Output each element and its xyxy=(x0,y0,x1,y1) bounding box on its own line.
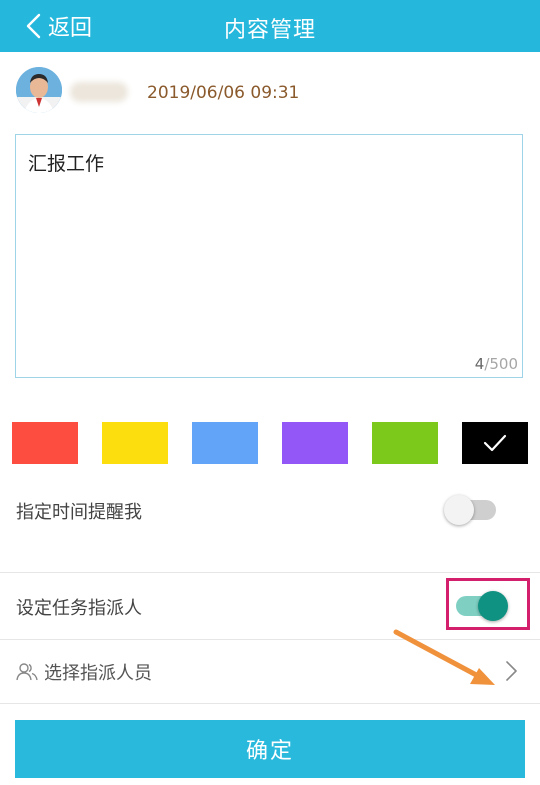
color-picker xyxy=(0,422,540,464)
avatar[interactable] xyxy=(16,67,62,113)
color-swatch-yellow[interactable] xyxy=(102,422,168,464)
color-swatch-green[interactable] xyxy=(372,422,438,464)
color-swatch-red[interactable] xyxy=(12,422,78,464)
page-title: 内容管理 xyxy=(223,18,316,43)
content-text: 汇报工作 xyxy=(28,153,105,175)
toggle-knob xyxy=(444,495,474,525)
select-assignee-label: 选择指派人员 xyxy=(44,663,152,684)
assignee-label: 设定任务指派人 xyxy=(16,598,142,619)
post-timestamp: 2019/06/06 09:31 xyxy=(147,83,300,103)
reminder-toggle[interactable] xyxy=(444,495,496,525)
content-textarea[interactable]: 汇报工作 4/500 xyxy=(15,134,523,378)
char-count: 4 xyxy=(474,355,485,373)
author-row: 2019/06/06 09:31 xyxy=(0,64,540,120)
color-swatch-blue[interactable] xyxy=(192,422,258,464)
select-assignee-row[interactable]: 选择指派人员 xyxy=(0,640,540,702)
char-max: /500 xyxy=(484,355,518,373)
checkmark-icon xyxy=(483,434,507,452)
divider xyxy=(0,703,540,704)
username-redacted xyxy=(70,82,128,102)
header-bar: 返回 内容管理 xyxy=(0,0,540,52)
chevron-right-icon xyxy=(506,661,517,681)
color-swatch-black[interactable] xyxy=(462,422,528,464)
confirm-button[interactable]: 确定 xyxy=(15,720,525,778)
color-swatch-purple[interactable] xyxy=(282,422,348,464)
highlight-box xyxy=(446,578,530,630)
reminder-label: 指定时间提醒我 xyxy=(16,502,142,523)
user-photo-icon xyxy=(16,67,62,113)
char-counter: 4/500 xyxy=(475,355,518,373)
divider xyxy=(0,572,540,573)
people-icon xyxy=(16,663,38,681)
